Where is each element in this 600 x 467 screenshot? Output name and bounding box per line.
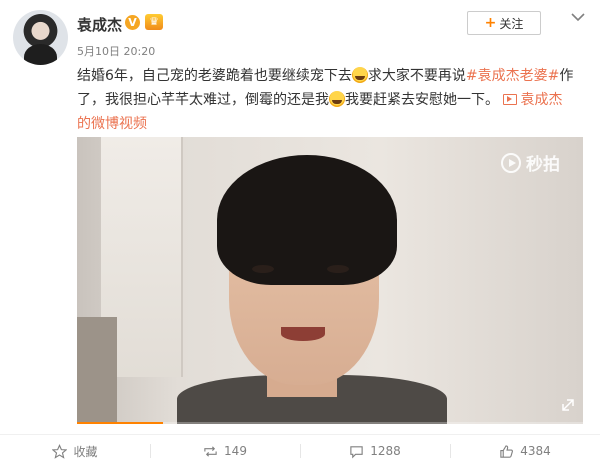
- laugh-cry-emoji-icon: [351, 67, 368, 83]
- favorite-label: 收藏: [73, 444, 98, 459]
- favorite-button[interactable]: 收藏: [0, 435, 150, 467]
- laugh-cry-emoji-icon: [329, 91, 345, 107]
- video-person-mouth: [281, 327, 325, 341]
- vip-crown-icon: ♛: [145, 14, 163, 30]
- hashtag-link[interactable]: #袁成杰老婆#: [466, 68, 559, 84]
- like-button[interactable]: 4384: [450, 435, 600, 467]
- comment-button[interactable]: 1288: [300, 435, 450, 467]
- video-source-link[interactable]: 袁成杰: [503, 92, 562, 108]
- thumbs-up-icon: [500, 444, 514, 458]
- miaopai-logo-icon: [501, 152, 521, 173]
- follow-button[interactable]: + 关注: [467, 11, 541, 35]
- plus-icon: +: [484, 15, 497, 31]
- post-timestamp[interactable]: 5月10日 20:20: [77, 43, 155, 59]
- post-text-segment: 了，我很担心芊芊太难过，倒霉的还是我: [77, 92, 329, 108]
- like-count: 4384: [520, 444, 551, 458]
- video-progress-track[interactable]: [77, 422, 583, 424]
- post-text-segment: 作: [559, 68, 574, 84]
- repost-count: 149: [224, 444, 247, 458]
- star-icon: [52, 443, 68, 459]
- video-player[interactable]: 秒拍: [77, 137, 583, 424]
- video-person-eye: [327, 265, 349, 273]
- user-avatar[interactable]: [13, 10, 68, 65]
- post-text: 结婚6年，自己宠的老婆跪着也要继续宠下去 求大家不要再说#袁成杰老婆#作 了，我很…: [77, 64, 577, 136]
- video-source-name: 袁成杰: [520, 92, 563, 108]
- username[interactable]: 袁成杰: [77, 14, 122, 35]
- action-bar: 收藏 149 1288 4384: [0, 435, 600, 467]
- expand-icon[interactable]: [562, 399, 574, 411]
- watermark-text: 秒拍: [526, 155, 560, 175]
- verified-badge-icon: V: [125, 15, 140, 30]
- video-icon: [503, 94, 518, 105]
- post-text-segment: 我要赶紧去安慰她一下。: [345, 92, 499, 108]
- comment-count: 1288: [370, 444, 401, 458]
- comment-icon: [350, 445, 363, 458]
- video-progress-fill: [77, 422, 164, 424]
- video-source-suffix[interactable]: 的微博视频: [77, 116, 147, 132]
- miaopai-watermark: 秒拍: [501, 150, 560, 175]
- avatar-figure: [24, 44, 57, 65]
- repost-icon: [204, 445, 217, 457]
- video-background-shadow: [77, 317, 117, 424]
- follow-label: 关注: [499, 16, 524, 31]
- video-person-hair: [217, 155, 397, 285]
- video-person-eye: [252, 265, 274, 273]
- post-text-segment: 求大家不要再说: [367, 68, 466, 84]
- repost-button[interactable]: 149: [150, 435, 300, 467]
- weibo-post-card: 袁成杰 V ♛ 5月10日 20:20 + 关注 结婚6年，自己宠的老婆跪着也要…: [0, 0, 600, 467]
- chevron-down-icon[interactable]: [571, 12, 585, 22]
- post-text-segment: 结婚6年，自己宠的老婆跪着也要继续宠下去: [77, 68, 352, 84]
